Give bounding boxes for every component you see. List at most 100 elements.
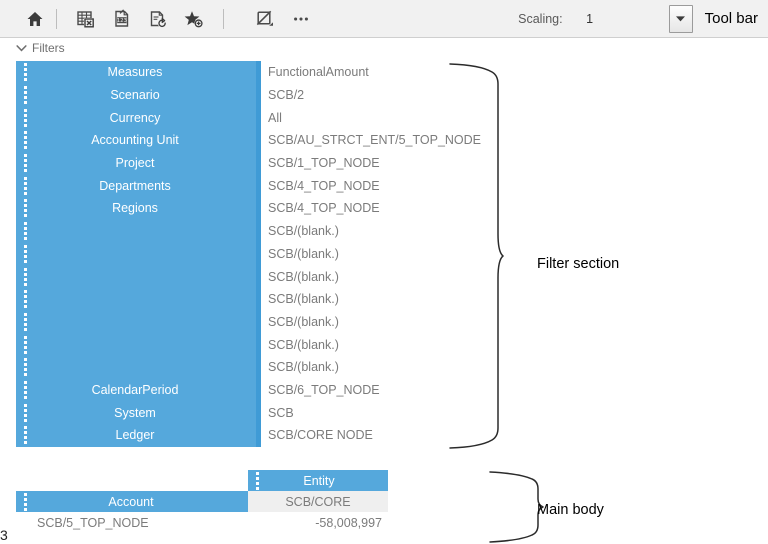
chevron-down-icon xyxy=(675,14,686,23)
document-refresh-icon xyxy=(148,9,168,29)
filter-name-label: CalendarPeriod xyxy=(30,383,256,397)
drag-handle-icon[interactable] xyxy=(20,404,30,422)
more-options-icon xyxy=(291,9,311,29)
filter-name-label: Project xyxy=(30,156,256,170)
filter-name-cell[interactable]: Measures xyxy=(16,61,256,84)
filter-name-cell[interactable]: Departments xyxy=(16,174,256,197)
filter-section-brace xyxy=(448,62,506,450)
filter-row[interactable]: MeasuresFunctionalAmount xyxy=(16,61,504,84)
drag-handle-icon[interactable] xyxy=(20,177,30,195)
filter-row[interactable]: SCB/(blank.) xyxy=(16,311,504,334)
filter-row[interactable]: SCB/(blank.) xyxy=(16,356,504,379)
drag-handle-icon[interactable] xyxy=(20,109,30,127)
filter-name-label: Departments xyxy=(30,179,256,193)
drag-handle-icon[interactable] xyxy=(20,268,30,286)
filter-name-cell[interactable] xyxy=(16,243,256,266)
star-add-icon xyxy=(184,9,204,29)
drag-handle-icon[interactable] xyxy=(20,154,30,172)
filter-row[interactable]: CurrencyAll xyxy=(16,106,504,129)
filter-name-cell[interactable] xyxy=(16,311,256,334)
filter-section: MeasuresFunctionalAmountScenarioSCB/2Cur… xyxy=(16,61,504,447)
drag-handle-icon[interactable] xyxy=(20,86,30,104)
filter-row[interactable]: ScenarioSCB/2 xyxy=(16,84,504,107)
document-refresh-button[interactable] xyxy=(143,4,173,34)
table-row[interactable]: SCB/5_TOP_NODE -58,008,997 xyxy=(16,512,488,534)
filter-row[interactable]: RegionsSCB/4_TOP_NODE xyxy=(16,197,504,220)
home-icon xyxy=(26,10,44,28)
filter-row[interactable]: SystemSCB xyxy=(16,401,504,424)
filter-row[interactable]: ProjectSCB/1_TOP_NODE xyxy=(16,152,504,175)
filter-name-cell[interactable]: Currency xyxy=(16,106,256,129)
scaling-dropdown-button[interactable] xyxy=(669,5,693,33)
drag-handle-icon[interactable] xyxy=(20,131,30,149)
filter-name-cell[interactable]: Ledger xyxy=(16,424,256,447)
home-button[interactable] xyxy=(20,4,50,34)
drag-handle-icon[interactable] xyxy=(20,313,30,331)
filter-name-cell[interactable]: Accounting Unit xyxy=(16,129,256,152)
filter-name-cell[interactable]: Regions xyxy=(16,197,256,220)
toolbar-divider-2 xyxy=(223,9,224,29)
filter-name-cell[interactable] xyxy=(16,333,256,356)
eye-slash-icon xyxy=(255,9,275,29)
drag-handle-icon[interactable] xyxy=(20,358,30,376)
chevron-down-icon xyxy=(16,44,27,53)
entity-header-spacer xyxy=(16,470,248,491)
filter-name-label: Scenario xyxy=(30,88,256,102)
drag-handle-icon[interactable] xyxy=(20,426,30,444)
scaling-value[interactable]: 1 xyxy=(563,12,617,26)
filter-row[interactable]: SCB/(blank.) xyxy=(16,220,504,243)
drag-handle-icon[interactable] xyxy=(20,63,30,81)
column-header-entity-label: Entity xyxy=(262,474,388,488)
toolbar-divider-1 xyxy=(56,9,57,29)
data-row-label: SCB/5_TOP_NODE xyxy=(16,516,248,530)
document-number-button[interactable]: 123 xyxy=(107,4,137,34)
column-header-entity[interactable]: Entity xyxy=(248,470,388,491)
filter-name-label: Currency xyxy=(30,111,256,125)
drag-handle-icon[interactable] xyxy=(252,472,262,490)
filter-name-cell[interactable]: Scenario xyxy=(16,84,256,107)
drag-handle-icon[interactable] xyxy=(20,222,30,240)
drag-handle-icon[interactable] xyxy=(20,493,30,511)
filter-name-label: Accounting Unit xyxy=(30,133,256,147)
star-add-button[interactable] xyxy=(179,4,209,34)
table-remove-button[interactable] xyxy=(71,4,101,34)
filter-row[interactable]: SCB/(blank.) xyxy=(16,243,504,266)
filter-name-cell[interactable]: Project xyxy=(16,152,256,175)
toolbar-annotation-label: Tool bar xyxy=(705,10,758,27)
account-header-row: Account SCB/CORE xyxy=(16,491,488,512)
data-row-value: -58,008,997 xyxy=(248,516,388,530)
filter-row[interactable]: SCB/(blank.) xyxy=(16,265,504,288)
filter-name-label: Ledger xyxy=(30,428,256,442)
filter-name-cell[interactable] xyxy=(16,265,256,288)
filter-row[interactable]: SCB/(blank.) xyxy=(16,288,504,311)
filter-name-cell[interactable]: CalendarPeriod xyxy=(16,379,256,402)
filters-section-label: Filters xyxy=(32,41,65,55)
scaling-label: Scaling: xyxy=(518,12,562,26)
filter-row[interactable]: Accounting UnitSCB/AU_STRCT_ENT/5_TOP_NO… xyxy=(16,129,504,152)
entity-column-value[interactable]: SCB/CORE xyxy=(248,491,388,512)
drag-handle-icon[interactable] xyxy=(20,336,30,354)
more-options-button[interactable] xyxy=(286,4,316,34)
eye-slash-button[interactable] xyxy=(250,4,280,34)
drag-handle-icon[interactable] xyxy=(20,245,30,263)
table-remove-icon xyxy=(76,9,96,29)
filter-name-cell[interactable] xyxy=(16,288,256,311)
clipped-corner-text: 3 xyxy=(0,527,8,543)
filter-row[interactable]: LedgerSCB/CORE NODE xyxy=(16,424,504,447)
filter-row[interactable]: CalendarPeriodSCB/6_TOP_NODE xyxy=(16,379,504,402)
filter-name-label: Measures xyxy=(30,65,256,79)
main-body-annotation: Main body xyxy=(537,502,604,518)
filter-name-cell[interactable] xyxy=(16,220,256,243)
entity-header-row: Entity xyxy=(16,470,488,491)
filter-row[interactable]: SCB/(blank.) xyxy=(16,333,504,356)
drag-handle-icon[interactable] xyxy=(20,290,30,308)
row-header-account-label: Account xyxy=(30,495,248,509)
row-header-account[interactable]: Account xyxy=(16,491,248,512)
filters-section-header[interactable]: Filters xyxy=(16,41,65,55)
drag-handle-icon[interactable] xyxy=(20,381,30,399)
main-body-grid: Entity Account SCB/CORE SCB/5_TOP_NODE -… xyxy=(16,470,488,534)
filter-row[interactable]: DepartmentsSCB/4_TOP_NODE xyxy=(16,174,504,197)
filter-name-cell[interactable]: System xyxy=(16,401,256,424)
filter-name-cell[interactable] xyxy=(16,356,256,379)
drag-handle-icon[interactable] xyxy=(20,199,30,217)
